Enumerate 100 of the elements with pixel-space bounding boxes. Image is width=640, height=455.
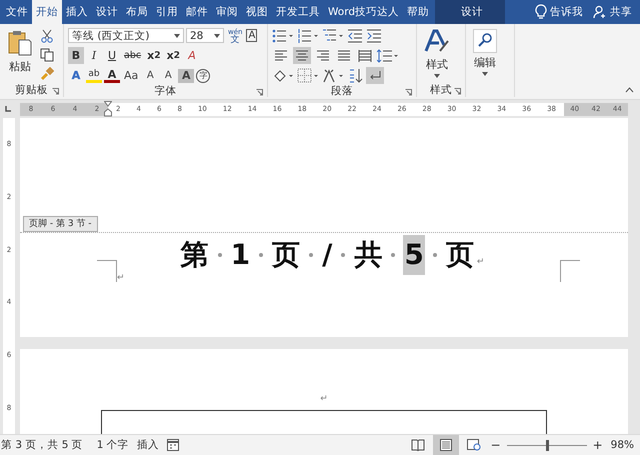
styles-button[interactable]: 样式	[421, 27, 453, 83]
borders-icon[interactable]	[297, 68, 319, 84]
footer-text: 页	[444, 237, 475, 273]
word-count[interactable]: 1 个字	[96, 438, 137, 452]
share-button[interactable]: 共享	[607, 0, 640, 24]
ribbon-tab[interactable]: 设计	[92, 0, 122, 24]
ribbon-tab[interactable]: 布局	[122, 0, 152, 24]
paragraph-mark: ↵	[320, 393, 328, 405]
increase-indent-icon[interactable]	[366, 28, 382, 44]
ribbon-tab[interactable]: 文件	[2, 0, 32, 24]
editing-button[interactable]: 编辑	[470, 27, 500, 97]
page-count[interactable]: 第 3 页，共 5 页	[0, 438, 91, 452]
numbered-list-icon[interactable]	[297, 28, 319, 44]
dialog-launcher-icon[interactable]	[256, 89, 263, 96]
italic-button[interactable]: I	[86, 47, 102, 64]
font-grow-button[interactable]: A	[142, 67, 158, 84]
paint-bucket-icon[interactable]	[272, 68, 294, 84]
ribbon-tab[interactable]: 引用	[152, 0, 182, 24]
footer-tag: 页脚 - 第 3 节 -	[23, 216, 98, 232]
caret-icon	[482, 72, 488, 76]
zoom-in-button[interactable]: +	[590, 438, 605, 452]
bullet-list-icon[interactable]	[272, 28, 294, 44]
align-lines-icon	[274, 50, 288, 62]
space-mark	[341, 253, 346, 257]
decrease-indent-icon[interactable]	[347, 28, 363, 44]
align-lines-icon	[337, 50, 351, 62]
font-shrink-button[interactable]: A	[160, 67, 176, 84]
align-lines-icon	[316, 50, 330, 62]
web-page-icon	[466, 439, 481, 451]
align-lines-icon	[295, 50, 309, 62]
ribbon-tab[interactable]: 插入	[62, 0, 92, 24]
space-mark	[218, 253, 222, 257]
dialog-launcher-icon[interactable]	[52, 88, 59, 95]
print-view-button[interactable]	[432, 435, 459, 455]
zoom-level[interactable]: 98%	[604, 439, 640, 451]
font-size-dropdown[interactable]: 28	[186, 28, 224, 43]
multilevel-list-icon[interactable]	[322, 28, 344, 44]
insert-mode[interactable]: 插入	[136, 438, 167, 452]
corner-mark-icon	[560, 260, 580, 282]
return-arrow-icon	[368, 70, 382, 82]
sort-icon[interactable]	[347, 68, 363, 84]
strike-button[interactable]: abc	[122, 47, 144, 64]
lightbulb-icon	[535, 4, 547, 20]
dialog-launcher-icon[interactable]	[454, 88, 461, 95]
indent-marker-icon[interactable]	[104, 101, 112, 117]
character-border-button[interactable]: A	[246, 29, 258, 42]
ribbon-tab[interactable]: 开发工具	[272, 0, 324, 24]
ribbon-tab[interactable]: 视图	[242, 0, 272, 24]
font-enclose-button[interactable]: 字	[196, 68, 210, 82]
corner-mark-icon	[97, 260, 117, 282]
bold-button[interactable]: B	[68, 47, 84, 64]
clipboard-icon	[7, 29, 33, 57]
chinese-layout-icon[interactable]	[322, 68, 344, 84]
ribbon-tab[interactable]: Word技巧达人	[324, 0, 403, 24]
font-highlight-button[interactable]: ab	[86, 68, 102, 82]
group-label: 段落	[331, 84, 353, 98]
footer-text: 页	[271, 237, 302, 273]
footer-text: 5	[403, 235, 425, 275]
search-icon	[473, 29, 497, 53]
font-effects-button[interactable]: A	[68, 67, 84, 84]
line-spacing-icon[interactable]	[377, 48, 399, 64]
dialog-launcher-icon[interactable]	[405, 89, 412, 96]
collapse-ribbon-icon[interactable]	[625, 87, 634, 93]
page-icon	[438, 439, 453, 451]
tell-me-button[interactable]: 告诉我	[547, 0, 591, 24]
font-name-dropdown[interactable]: 等线 (西文正文)	[68, 28, 184, 43]
person-icon	[593, 5, 607, 19]
copy-icon[interactable]	[40, 48, 54, 62]
space-mark	[259, 253, 264, 257]
caret-icon	[434, 74, 440, 78]
footer-text: 第	[180, 237, 210, 273]
font-case-button[interactable]: Aa	[122, 67, 140, 84]
paragraph-mark: ↵	[476, 257, 484, 267]
macro-icon[interactable]	[166, 439, 179, 451]
footer-text: 1	[230, 237, 252, 273]
group-label: 剪贴板	[15, 83, 48, 97]
ribbon-tab[interactable]: 帮助	[403, 0, 433, 24]
ribbon-tab[interactable]: 邮件	[182, 0, 212, 24]
footer-text: /	[321, 237, 334, 273]
caret-icon	[214, 34, 220, 38]
ribbon-tab[interactable]: 审阅	[212, 0, 242, 24]
zoom-slider-thumb[interactable]	[546, 440, 549, 450]
space-mark	[309, 253, 314, 257]
show-marks-button[interactable]	[366, 67, 384, 84]
clear-button[interactable]: A	[184, 47, 200, 64]
alignment-button[interactable]	[356, 47, 374, 64]
paragraph-mark: ↵	[117, 273, 125, 283]
tab-stop-icon[interactable]	[3, 104, 13, 114]
alignment-button[interactable]	[293, 47, 311, 64]
group-label: 字体	[154, 84, 176, 98]
ribbon-tab[interactable]: 开始	[32, 0, 62, 24]
font-color-button[interactable]: A	[104, 68, 120, 82]
scissors-icon[interactable]	[40, 29, 54, 43]
book-icon	[410, 439, 425, 451]
space-mark	[391, 253, 396, 257]
space-mark	[432, 253, 437, 257]
zoom-out-button[interactable]: −	[488, 438, 503, 452]
font-shade-button[interactable]: A	[178, 68, 194, 82]
paste-button[interactable]: 粘贴	[4, 27, 36, 83]
underline-button[interactable]: U	[104, 47, 120, 64]
